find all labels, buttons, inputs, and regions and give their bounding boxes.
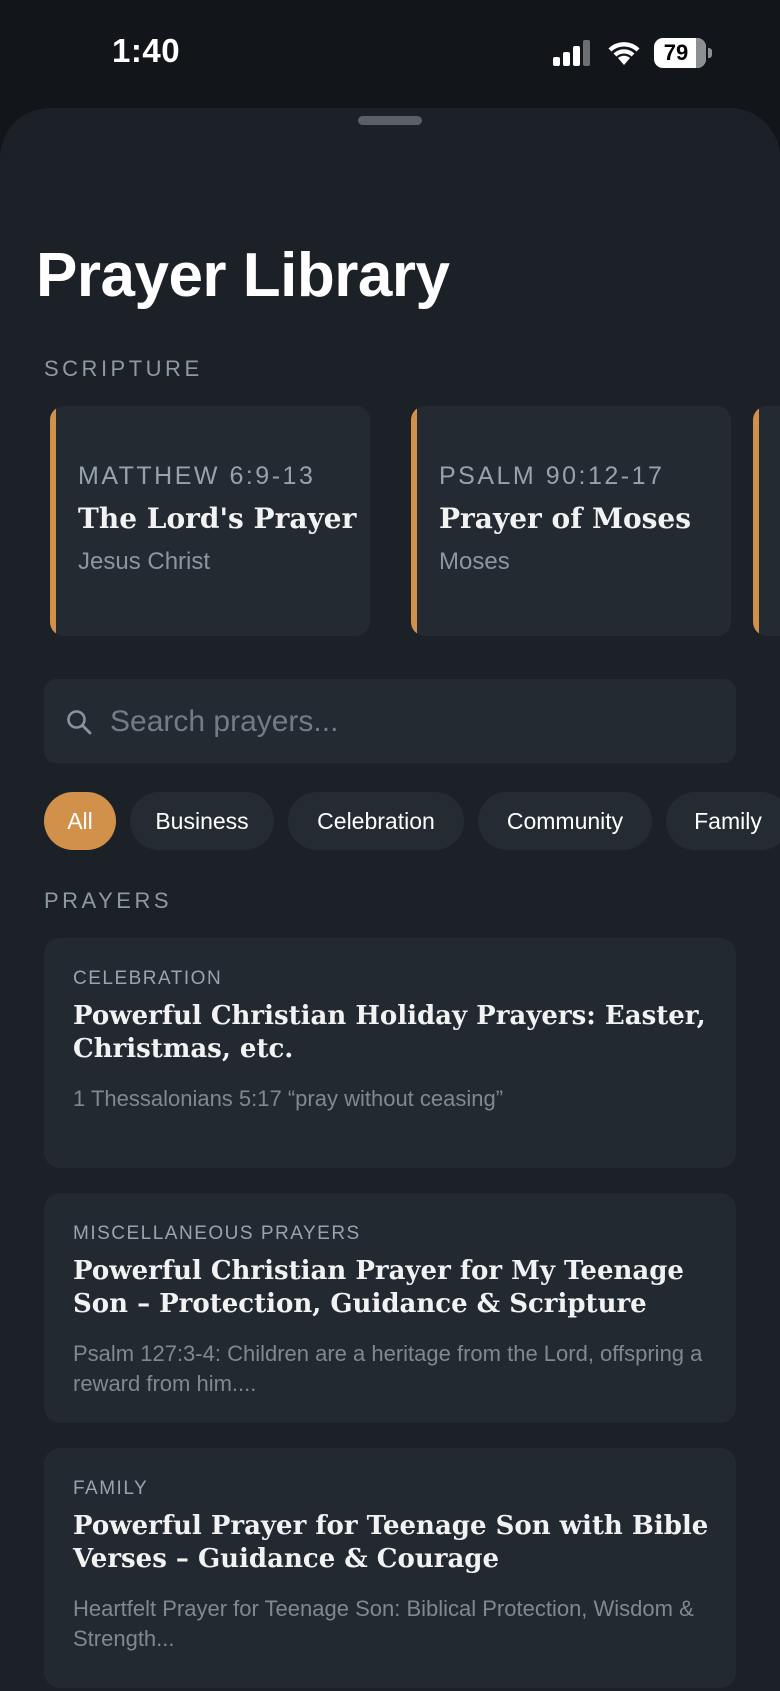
battery-body: 79 xyxy=(654,38,706,68)
scripture-section-label: SCRIPTURE xyxy=(44,356,203,381)
filter-chip-all[interactable]: All xyxy=(44,792,116,850)
filter-chip-community[interactable]: Community xyxy=(478,792,652,850)
screen: 1:40 79 Prayer Library SCRIPTURE MATTHEW… xyxy=(0,0,780,1691)
battery-nub xyxy=(708,48,712,58)
scripture-author: Jesus Christ xyxy=(78,548,211,575)
prayers-section-label: PRAYERS xyxy=(44,888,173,913)
scripture-author: Moses xyxy=(439,548,510,575)
prayer-category: FAMILY xyxy=(73,1478,149,1499)
battery-level: 79 xyxy=(663,40,689,65)
battery-icon: 79 xyxy=(654,38,712,68)
prayer-title: Powerful Christian Holiday Prayers: East… xyxy=(73,1001,706,1064)
status-time: 1:40 xyxy=(112,32,181,69)
prayer-title: Powerful Prayer for Teenage Son with Bib… xyxy=(73,1511,709,1574)
scripture-title: The Lord's Prayer xyxy=(78,502,357,535)
prayer-card[interactable]: CELEBRATION Powerful Christian Holiday P… xyxy=(44,938,736,1168)
prayer-snippet: Heartfelt Prayer for Teenage Son: Biblic… xyxy=(73,1596,694,1651)
prayer-category: CELEBRATION xyxy=(73,968,223,989)
card-accent-bar xyxy=(50,406,56,636)
search-box[interactable] xyxy=(44,679,736,765)
signal-icon xyxy=(553,40,590,66)
filter-chip-family[interactable]: Family xyxy=(666,792,780,850)
search-icon xyxy=(67,710,92,735)
prayer-library-sheet: Prayer Library SCRIPTURE MATTHEW 6:9-13 … xyxy=(0,108,780,1691)
card-accent-bar xyxy=(753,406,759,636)
prayer-snippet: 1 Thessalonians 5:17 “pray without ceasi… xyxy=(73,1086,504,1111)
scripture-card-partial[interactable] xyxy=(753,406,780,636)
filter-chip-business[interactable]: Business xyxy=(130,792,274,850)
prayer-category: MISCELLANEOUS PRAYERS xyxy=(73,1223,361,1244)
search-input[interactable] xyxy=(108,679,712,765)
card-accent-bar xyxy=(411,406,417,636)
page-title: Prayer Library xyxy=(36,241,450,310)
status-bar: 1:40 79 xyxy=(0,0,780,105)
prayer-card[interactable]: FAMILY Powerful Prayer for Teenage Son w… xyxy=(44,1448,736,1688)
sheet-grabber[interactable] xyxy=(358,116,422,125)
prayer-title: Powerful Christian Prayer for My Teenage… xyxy=(73,1256,684,1319)
scripture-card[interactable]: MATTHEW 6:9-13 The Lord's Prayer Jesus C… xyxy=(50,406,370,636)
scripture-reference: PSALM 90:12-17 xyxy=(439,462,665,490)
scripture-title: Prayer of Moses xyxy=(439,502,692,535)
scripture-reference: MATTHEW 6:9-13 xyxy=(78,462,316,490)
scripture-card[interactable]: PSALM 90:12-17 Prayer of Moses Moses xyxy=(411,406,731,636)
prayer-snippet: Psalm 127:3-4: Children are a heritage f… xyxy=(73,1341,703,1396)
filter-chip-celebration[interactable]: Celebration xyxy=(288,792,464,850)
wifi-icon xyxy=(608,42,640,65)
prayer-card[interactable]: MISCELLANEOUS PRAYERS Powerful Christian… xyxy=(44,1193,736,1423)
